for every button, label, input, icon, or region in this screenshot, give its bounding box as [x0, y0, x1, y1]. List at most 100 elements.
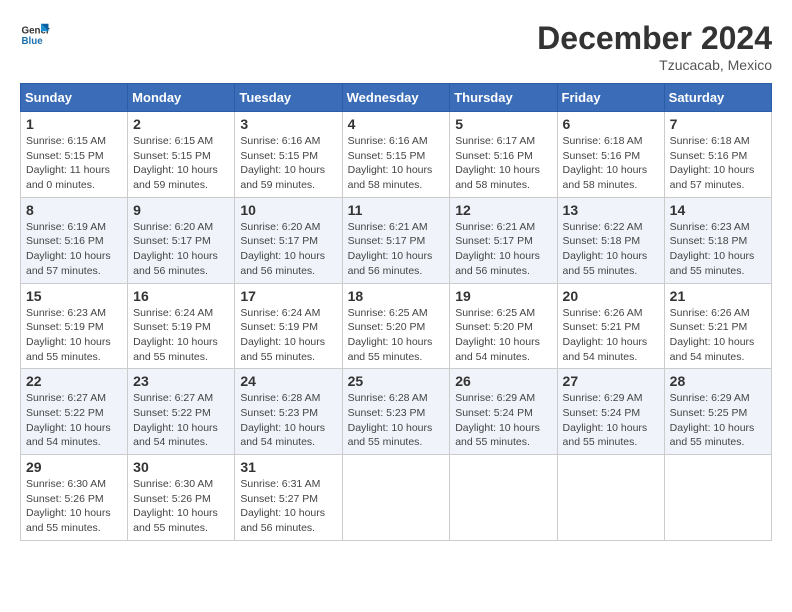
- calendar-cell: [557, 455, 664, 541]
- day-number: 13: [563, 202, 659, 218]
- calendar-cell: 3 Sunrise: 6:16 AMSunset: 5:15 PMDaylight…: [235, 112, 342, 198]
- calendar-cell: 6Sunrise: 6:18 AMSunset: 5:16 PMDaylight…: [557, 112, 664, 198]
- calendar-cell: 14 Sunrise: 6:23 AMSunset: 5:18 PMDayligh…: [664, 197, 771, 283]
- calendar-cell: 13 Sunrise: 6:22 AMSunset: 5:18 PMDayligh…: [557, 197, 664, 283]
- calendar-cell: 19 Sunrise: 6:25 AMSunset: 5:20 PMDayligh…: [450, 283, 557, 369]
- calendar-cell: 26Sunrise: 6:29 AMSunset: 5:24 PMDayligh…: [450, 369, 557, 455]
- day-info: Sunrise: 6:16 AMSunset: 5:15 PMDaylight:…: [240, 134, 336, 193]
- weekday-header-row: SundayMondayTuesdayWednesdayThursdayFrid…: [21, 84, 772, 112]
- calendar-cell: 5 Sunrise: 6:17 AMSunset: 5:16 PMDaylight…: [450, 112, 557, 198]
- day-info: Sunrise: 6:25 AMSunset: 5:20 PMDaylight:…: [455, 306, 551, 365]
- calendar-cell: 18 Sunrise: 6:25 AMSunset: 5:20 PMDayligh…: [342, 283, 450, 369]
- day-number: 2: [133, 116, 229, 132]
- week-row-1: 1Sunrise: 6:15 AMSunset: 5:15 PMDaylight…: [21, 112, 772, 198]
- day-info: Sunrise: 6:18 AMSunset: 5:16 PMDaylight:…: [563, 134, 659, 193]
- day-info: Sunrise: 6:23 AMSunset: 5:18 PMDaylight:…: [670, 220, 766, 279]
- day-info: Sunrise: 6:21 AMSunset: 5:17 PMDaylight:…: [455, 220, 551, 279]
- day-number: 23: [133, 373, 229, 389]
- calendar-cell: 25 Sunrise: 6:28 AMSunset: 5:23 PMDayligh…: [342, 369, 450, 455]
- day-number: 18: [348, 288, 445, 304]
- day-number: 15: [26, 288, 122, 304]
- day-number: 30: [133, 459, 229, 475]
- day-info: Sunrise: 6:24 AMSunset: 5:19 PMDaylight:…: [133, 306, 229, 365]
- calendar-table: SundayMondayTuesdayWednesdayThursdayFrid…: [20, 83, 772, 541]
- day-number: 16: [133, 288, 229, 304]
- weekday-saturday: Saturday: [664, 84, 771, 112]
- calendar-cell: 27Sunrise: 6:29 AMSunset: 5:24 PMDayligh…: [557, 369, 664, 455]
- title-area: December 2024 Tzucacab, Mexico: [537, 20, 772, 73]
- calendar-cell: 31 Sunrise: 6:31 AMSunset: 5:27 PMDayligh…: [235, 455, 342, 541]
- calendar-cell: 30 Sunrise: 6:30 AMSunset: 5:26 PMDayligh…: [128, 455, 235, 541]
- week-row-3: 15 Sunrise: 6:23 AMSunset: 5:19 PMDayligh…: [21, 283, 772, 369]
- day-number: 25: [348, 373, 445, 389]
- day-info: Sunrise: 6:23 AMSunset: 5:19 PMDaylight:…: [26, 306, 122, 365]
- day-number: 26: [455, 373, 551, 389]
- logo: General Blue: [20, 20, 50, 50]
- weekday-sunday: Sunday: [21, 84, 128, 112]
- svg-text:Blue: Blue: [22, 36, 44, 47]
- day-info: Sunrise: 6:31 AMSunset: 5:27 PMDaylight:…: [240, 477, 336, 536]
- calendar-cell: 7Sunrise: 6:18 AMSunset: 5:16 PMDaylight…: [664, 112, 771, 198]
- logo-icon: General Blue: [20, 20, 50, 50]
- calendar-cell: 23 Sunrise: 6:27 AMSunset: 5:22 PMDayligh…: [128, 369, 235, 455]
- day-number: 9: [133, 202, 229, 218]
- day-number: 19: [455, 288, 551, 304]
- calendar-cell: 11Sunrise: 6:21 AMSunset: 5:17 PMDayligh…: [342, 197, 450, 283]
- calendar-cell: 9 Sunrise: 6:20 AMSunset: 5:17 PMDaylight…: [128, 197, 235, 283]
- weekday-monday: Monday: [128, 84, 235, 112]
- calendar-cell: 24 Sunrise: 6:28 AMSunset: 5:23 PMDayligh…: [235, 369, 342, 455]
- calendar-cell: 21 Sunrise: 6:26 AMSunset: 5:21 PMDayligh…: [664, 283, 771, 369]
- header: General Blue December 2024 Tzucacab, Mex…: [20, 20, 772, 73]
- day-info: Sunrise: 6:28 AMSunset: 5:23 PMDaylight:…: [240, 391, 336, 450]
- week-row-4: 22 Sunrise: 6:27 AMSunset: 5:22 PMDayligh…: [21, 369, 772, 455]
- calendar-cell: 10 Sunrise: 6:20 AMSunset: 5:17 PMDayligh…: [235, 197, 342, 283]
- calendar-cell: 28Sunrise: 6:29 AMSunset: 5:25 PMDayligh…: [664, 369, 771, 455]
- day-info: Sunrise: 6:24 AMSunset: 5:19 PMDaylight:…: [240, 306, 336, 365]
- day-number: 28: [670, 373, 766, 389]
- week-row-2: 8Sunrise: 6:19 AMSunset: 5:16 PMDaylight…: [21, 197, 772, 283]
- day-info: Sunrise: 6:30 AMSunset: 5:26 PMDaylight:…: [133, 477, 229, 536]
- calendar-cell: 4Sunrise: 6:16 AMSunset: 5:15 PMDaylight…: [342, 112, 450, 198]
- month-title: December 2024: [537, 20, 772, 57]
- calendar-cell: [664, 455, 771, 541]
- day-number: 5: [455, 116, 551, 132]
- day-number: 27: [563, 373, 659, 389]
- calendar-cell: 8Sunrise: 6:19 AMSunset: 5:16 PMDaylight…: [21, 197, 128, 283]
- day-number: 10: [240, 202, 336, 218]
- day-info: Sunrise: 6:26 AMSunset: 5:21 PMDaylight:…: [563, 306, 659, 365]
- calendar-cell: 15 Sunrise: 6:23 AMSunset: 5:19 PMDayligh…: [21, 283, 128, 369]
- day-number: 31: [240, 459, 336, 475]
- day-info: Sunrise: 6:26 AMSunset: 5:21 PMDaylight:…: [670, 306, 766, 365]
- calendar-cell: 12 Sunrise: 6:21 AMSunset: 5:17 PMDayligh…: [450, 197, 557, 283]
- day-info: Sunrise: 6:15 AMSunset: 5:15 PMDaylight:…: [26, 134, 122, 193]
- day-number: 29: [26, 459, 122, 475]
- calendar-cell: [450, 455, 557, 541]
- day-number: 24: [240, 373, 336, 389]
- calendar-cell: [342, 455, 450, 541]
- day-number: 21: [670, 288, 766, 304]
- weekday-wednesday: Wednesday: [342, 84, 450, 112]
- location-title: Tzucacab, Mexico: [537, 57, 772, 73]
- day-info: Sunrise: 6:17 AMSunset: 5:16 PMDaylight:…: [455, 134, 551, 193]
- calendar-cell: 29 Sunrise: 6:30 AMSunset: 5:26 PMDayligh…: [21, 455, 128, 541]
- day-number: 3: [240, 116, 336, 132]
- day-info: Sunrise: 6:27 AMSunset: 5:22 PMDaylight:…: [133, 391, 229, 450]
- day-number: 17: [240, 288, 336, 304]
- day-info: Sunrise: 6:20 AMSunset: 5:17 PMDaylight:…: [133, 220, 229, 279]
- week-row-5: 29 Sunrise: 6:30 AMSunset: 5:26 PMDayligh…: [21, 455, 772, 541]
- calendar-cell: 16 Sunrise: 6:24 AMSunset: 5:19 PMDayligh…: [128, 283, 235, 369]
- day-info: Sunrise: 6:15 AMSunset: 5:15 PMDaylight:…: [133, 134, 229, 193]
- day-number: 22: [26, 373, 122, 389]
- day-info: Sunrise: 6:20 AMSunset: 5:17 PMDaylight:…: [240, 220, 336, 279]
- weekday-thursday: Thursday: [450, 84, 557, 112]
- day-info: Sunrise: 6:28 AMSunset: 5:23 PMDaylight:…: [348, 391, 445, 450]
- calendar-cell: 22 Sunrise: 6:27 AMSunset: 5:22 PMDayligh…: [21, 369, 128, 455]
- day-info: Sunrise: 6:30 AMSunset: 5:26 PMDaylight:…: [26, 477, 122, 536]
- day-number: 14: [670, 202, 766, 218]
- day-number: 12: [455, 202, 551, 218]
- day-info: Sunrise: 6:25 AMSunset: 5:20 PMDaylight:…: [348, 306, 445, 365]
- calendar-cell: 2 Sunrise: 6:15 AMSunset: 5:15 PMDaylight…: [128, 112, 235, 198]
- day-info: Sunrise: 6:22 AMSunset: 5:18 PMDaylight:…: [563, 220, 659, 279]
- day-info: Sunrise: 6:27 AMSunset: 5:22 PMDaylight:…: [26, 391, 122, 450]
- day-number: 7: [670, 116, 766, 132]
